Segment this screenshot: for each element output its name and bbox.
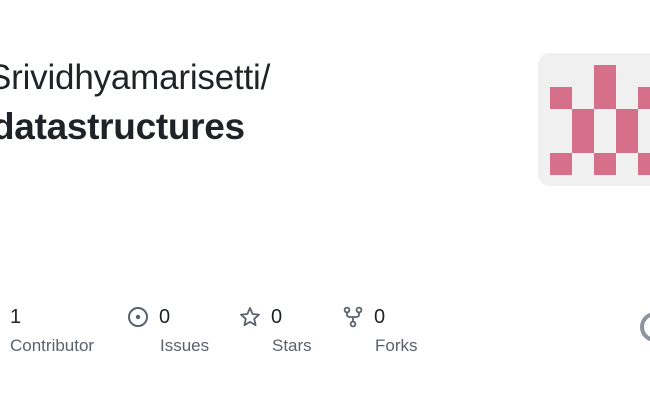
stat-issues[interactable]: 0 Issues [127, 304, 209, 356]
stars-count: 0 [271, 305, 283, 328]
issues-label: Issues [160, 336, 210, 355]
contributors-count: 1 [10, 305, 22, 328]
fork-icon [342, 306, 364, 328]
stat-contributors[interactable]: 1 Contributor [10, 304, 94, 356]
identicon-image [550, 65, 650, 175]
issues-count: 0 [159, 305, 171, 328]
issue-icon [127, 306, 149, 328]
star-icon [239, 306, 261, 328]
owner-avatar [538, 53, 650, 186]
forks-label: Forks [375, 336, 418, 355]
forks-count: 0 [374, 305, 386, 328]
stat-stars[interactable]: 0 Stars [239, 304, 312, 356]
contributors-label: Contributor [10, 336, 95, 355]
repo-owner-path[interactable]: Srividhyamarisetti/ [0, 58, 270, 98]
github-logo-icon [640, 312, 650, 342]
stat-forks[interactable]: 0 Forks [342, 304, 418, 356]
repo-name[interactable]: datastructures [0, 106, 245, 148]
stars-label: Stars [272, 336, 312, 355]
